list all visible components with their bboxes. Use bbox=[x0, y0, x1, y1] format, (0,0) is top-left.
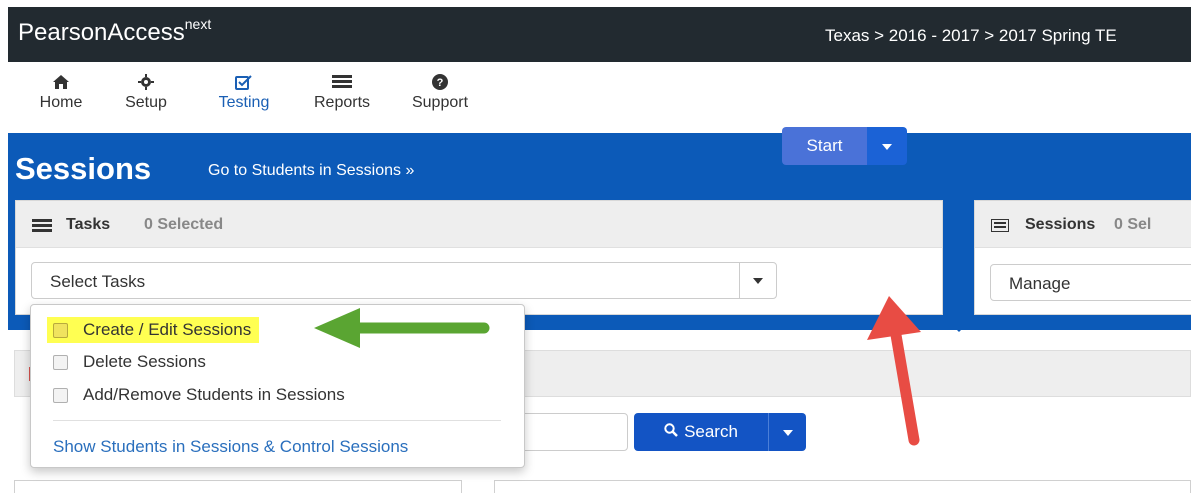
search-icon bbox=[664, 422, 678, 442]
nav-item-testing[interactable]: Testing bbox=[195, 72, 293, 122]
search-dropdown-toggle[interactable] bbox=[768, 413, 806, 451]
select-tasks-value: Select Tasks bbox=[50, 272, 146, 291]
results-panel-left bbox=[14, 480, 462, 493]
tasks-panel-header: Tasks 0 Selected bbox=[16, 201, 942, 248]
tasks-panel: Tasks 0 Selected Select Tasks bbox=[15, 200, 943, 315]
tasks-selected-count: 0 Selected bbox=[144, 216, 224, 233]
breadcrumb[interactable]: Texas > 2016 - 2017 > 2017 Spring TE bbox=[825, 26, 1117, 46]
nav-item-reports[interactable]: Reports bbox=[293, 72, 391, 122]
sessions-list-icon bbox=[991, 219, 1009, 237]
manage-dropdown-value: Manage bbox=[1009, 274, 1071, 293]
results-panel-right bbox=[494, 480, 1191, 493]
sessions-panel: Sessions 0 Sel Manage bbox=[974, 200, 1191, 315]
brand-logo[interactable]: PearsonAccessnext bbox=[18, 16, 212, 47]
tasks-dropdown-menu: Create / Edit Sessions Delete Sessions A… bbox=[30, 304, 525, 468]
gear-icon bbox=[138, 72, 154, 92]
menu-divider bbox=[53, 420, 501, 421]
menu-item-label: Delete Sessions bbox=[83, 352, 206, 371]
search-button-label: Search bbox=[684, 422, 738, 441]
start-button[interactable]: Start bbox=[782, 127, 867, 165]
sessions-panel-title: Sessions bbox=[1025, 216, 1096, 233]
nav-label-support: Support bbox=[411, 94, 469, 111]
main-nav: Home Setup Testing Reports ? Support bbox=[25, 72, 489, 122]
start-dropdown-toggle[interactable] bbox=[867, 127, 907, 165]
chevron-down-icon[interactable] bbox=[739, 263, 776, 298]
svg-text:?: ? bbox=[437, 77, 444, 89]
checkbox[interactable] bbox=[53, 354, 68, 370]
top-bar: PearsonAccessnext Texas > 2016 - 2017 > … bbox=[8, 7, 1191, 62]
nav-label-reports: Reports bbox=[313, 94, 371, 111]
menu-item-label: Add/Remove Students in Sessions bbox=[83, 385, 345, 404]
menu-item-delete-sessions[interactable]: Delete Sessions bbox=[53, 352, 206, 372]
menu-item-label: Create / Edit Sessions bbox=[83, 320, 252, 339]
report-icon bbox=[332, 72, 352, 92]
students-in-sessions-link[interactable]: Go to Students in Sessions » bbox=[208, 162, 414, 180]
select-tasks-dropdown[interactable]: Select Tasks bbox=[31, 262, 777, 299]
menu-item-create-edit-sessions[interactable]: Create / Edit Sessions bbox=[47, 317, 260, 343]
caret-down-icon bbox=[882, 137, 892, 155]
manage-dropdown[interactable]: Manage bbox=[990, 264, 1191, 301]
nav-item-setup[interactable]: Setup bbox=[97, 72, 195, 122]
sessions-panel-header: Sessions 0 Sel bbox=[975, 201, 1191, 248]
tasks-list-icon bbox=[32, 219, 52, 237]
show-students-control-sessions-link[interactable]: Show Students in Sessions & Control Sess… bbox=[53, 437, 408, 457]
menu-item-add-remove-students[interactable]: Add/Remove Students in Sessions bbox=[53, 385, 345, 405]
brand-superscript: next bbox=[184, 16, 212, 32]
nav-label-testing: Testing bbox=[218, 94, 270, 111]
panel-notch bbox=[945, 318, 973, 332]
nav-item-support[interactable]: ? Support bbox=[391, 72, 489, 122]
sessions-selected-count: 0 Sel bbox=[1114, 216, 1152, 233]
checkbox-icon bbox=[235, 72, 253, 92]
checkbox[interactable] bbox=[53, 322, 68, 338]
question-icon: ? bbox=[432, 72, 448, 92]
nav-label-setup: Setup bbox=[125, 94, 167, 111]
nav-label-home: Home bbox=[39, 94, 83, 111]
checkbox[interactable] bbox=[53, 387, 68, 403]
sessions-header-band: Sessions Go to Students in Sessions » Ta… bbox=[8, 133, 1191, 330]
brand-name: PearsonAccess bbox=[18, 19, 185, 46]
search-button[interactable]: Search bbox=[634, 413, 768, 451]
home-icon bbox=[52, 72, 70, 92]
nav-item-home[interactable]: Home bbox=[25, 72, 97, 122]
app-root: PearsonAccessnext Texas > 2016 - 2017 > … bbox=[0, 0, 1191, 493]
page-title: Sessions bbox=[15, 151, 152, 186]
caret-down-icon bbox=[782, 423, 793, 441]
tasks-panel-title: Tasks bbox=[66, 216, 111, 233]
